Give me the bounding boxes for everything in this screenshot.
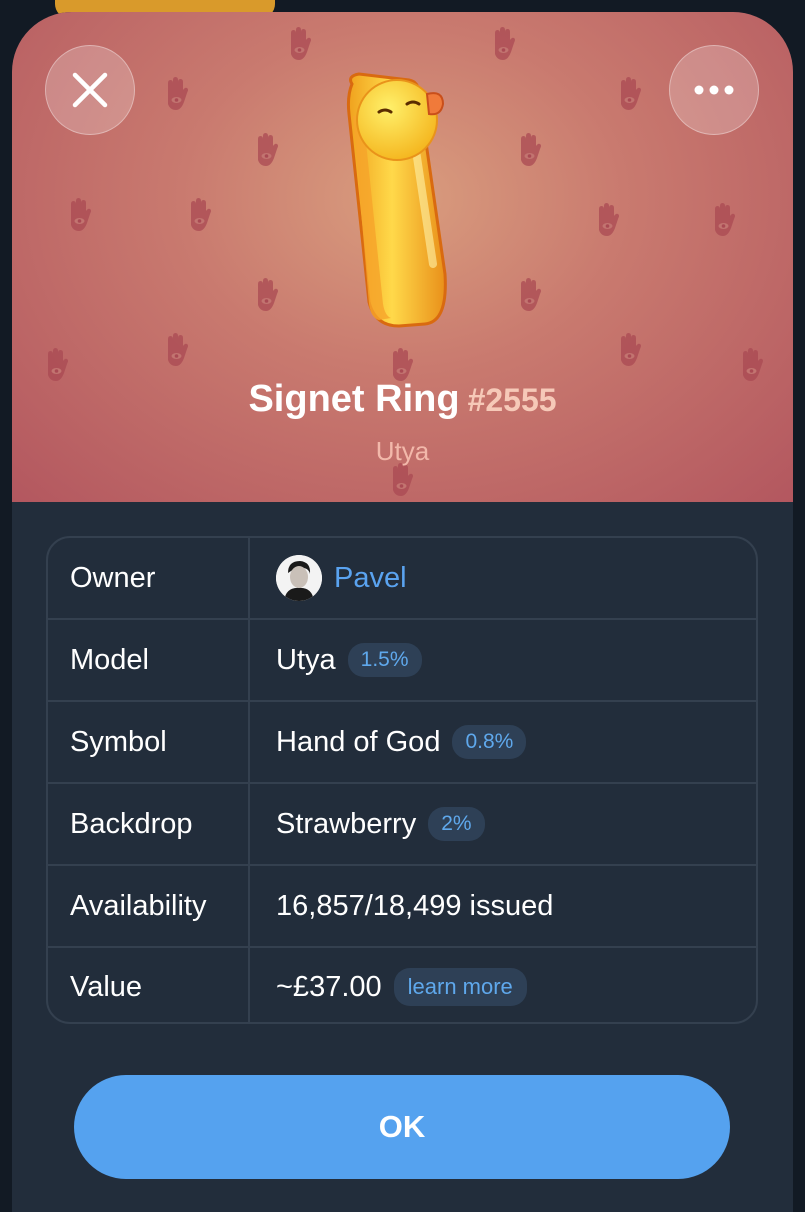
gift-info-sheet: Signet Ring#2555 Utya Owner Pavel Model [12, 12, 793, 1212]
ok-button[interactable]: OK [74, 1075, 730, 1179]
gift-title: Signet Ring #2555 [12, 378, 793, 421]
backdrop-label: Backdrop [48, 784, 250, 864]
value-amount: ~£37.00 [276, 970, 382, 1003]
availability-row: Availability 16,857/18,499 issued [48, 864, 756, 946]
availability-label: Availability [48, 866, 250, 946]
symbol-rarity-badge[interactable]: 0.8% [452, 725, 527, 759]
backdrop-value-cell: Strawberry 2% [250, 784, 756, 864]
owner-row: Owner Pavel [48, 538, 756, 618]
gift-header: Signet Ring #2555 Utya [12, 12, 793, 502]
value-row: Value ~£37.00 learn more [48, 946, 756, 1022]
model-row: Model Utya 1.5% [48, 618, 756, 700]
owner-value[interactable]: Pavel [250, 538, 756, 618]
close-icon [72, 72, 108, 108]
model-value: Utya [276, 643, 336, 676]
signet-ring-model-image [346, 72, 447, 328]
owner-avatar[interactable] [276, 555, 322, 601]
more-options-button[interactable] [669, 45, 759, 135]
gift-name: Signet Ring [248, 378, 460, 420]
backdrop-rarity-badge[interactable]: 2% [428, 807, 485, 841]
value-value-cell: ~£37.00 learn more [250, 948, 756, 1022]
value-label: Value [48, 948, 250, 1022]
learn-more-link[interactable]: learn more [393, 968, 527, 1006]
owner-label: Owner [48, 538, 250, 618]
close-button[interactable] [45, 45, 135, 135]
gift-number: #2555 [467, 382, 557, 418]
symbol-label: Symbol [48, 702, 250, 782]
model-rarity-badge[interactable]: 1.5% [347, 643, 422, 677]
backdrop-row: Backdrop Strawberry 2% [48, 782, 756, 864]
model-value-cell: Utya 1.5% [250, 620, 756, 700]
more-horizontal-icon [694, 85, 734, 95]
symbol-value-cell: Hand of God 0.8% [250, 702, 756, 782]
gift-collection: Utya [375, 436, 430, 466]
symbol-value: Hand of God [276, 725, 441, 758]
user-photo-icon [276, 555, 322, 601]
symbol-row: Symbol Hand of God 0.8% [48, 700, 756, 782]
availability-value: 16,857/18,499 issued [276, 889, 554, 922]
model-label: Model [48, 620, 250, 700]
owner-name-link[interactable]: Pavel [334, 562, 407, 595]
backdrop-value: Strawberry [276, 807, 417, 840]
gift-details-table: Owner Pavel Model Utya 1.5% Symbol Hand … [46, 536, 758, 1024]
